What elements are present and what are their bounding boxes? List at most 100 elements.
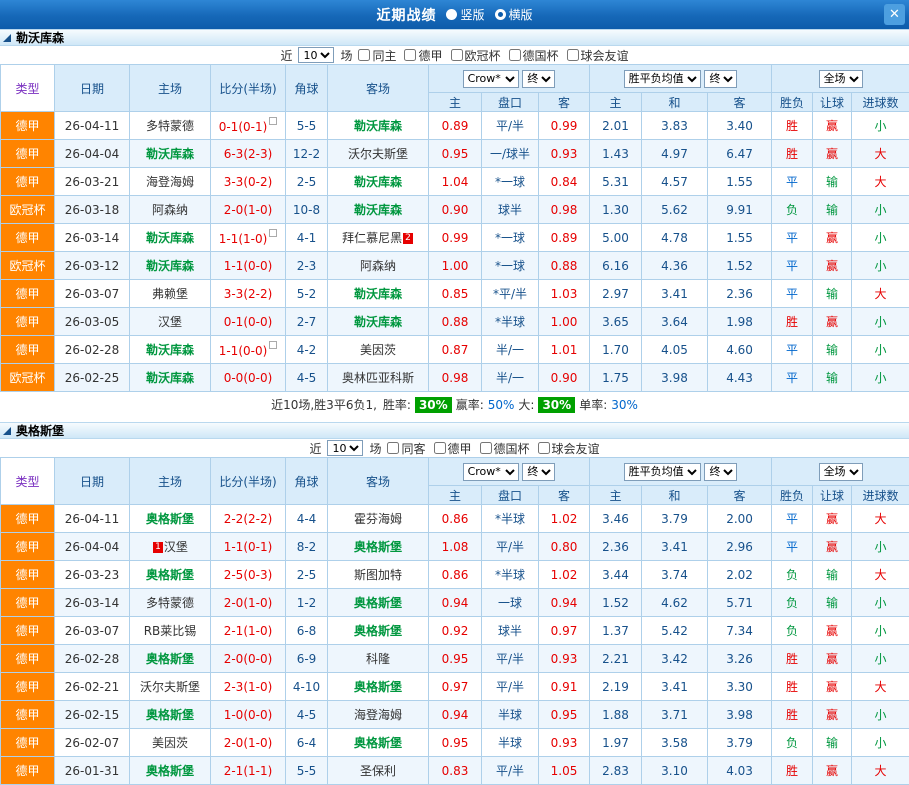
team-name[interactable]: 勒沃库森	[354, 203, 402, 217]
home-team-cell[interactable]: 奥格斯堡	[130, 757, 211, 785]
score-cell[interactable]: 3-3(2-2)	[211, 280, 286, 308]
score-text[interactable]: 1-1(0-0)	[219, 344, 268, 358]
away-team-cell[interactable]: 沃尔夫斯堡	[328, 140, 429, 168]
score-cell[interactable]: 2-3(1-0)	[211, 673, 286, 701]
team-name[interactable]: 奥格斯堡	[146, 708, 194, 722]
score-cell[interactable]: 2-1(1-1)	[211, 757, 286, 785]
score-cell[interactable]: 2-1(1-0)	[211, 617, 286, 645]
away-team-cell[interactable]: 斯图加特	[328, 561, 429, 589]
away-team-cell[interactable]: 海登海姆	[328, 701, 429, 729]
home-team-cell[interactable]: 奥格斯堡	[130, 561, 211, 589]
home-team-cell[interactable]: RB莱比锡	[130, 617, 211, 645]
odds-company-select[interactable]: Crow*	[463, 70, 519, 88]
team-name[interactable]: 勒沃库森	[354, 315, 402, 329]
score-text[interactable]: 2-1(1-0)	[224, 624, 273, 638]
layout-option-vertical[interactable]: 竖版	[446, 6, 484, 23]
team-name[interactable]: 阿森纳	[360, 259, 396, 273]
score-cell[interactable]: 0-1(0-0)	[211, 308, 286, 336]
avg-final-select[interactable]: 终	[704, 70, 737, 88]
odds-final-select[interactable]: 终	[522, 463, 555, 481]
home-team-cell[interactable]: 多特蒙德	[130, 589, 211, 617]
team-name[interactable]: 多特蒙德	[146, 119, 194, 133]
team-name[interactable]: 汉堡	[164, 540, 188, 554]
home-team-cell[interactable]: 奥格斯堡	[130, 505, 211, 533]
avg-type-select[interactable]: 胜平负均值	[624, 70, 701, 88]
away-team-cell[interactable]: 美因茨	[328, 336, 429, 364]
score-cell[interactable]: 0-1(0-1)	[211, 112, 286, 140]
away-team-cell[interactable]: 奥林匹亚科斯	[328, 364, 429, 392]
filter-option[interactable]: 德国杯	[480, 440, 530, 457]
scope-select[interactable]: 全场	[819, 70, 863, 88]
team-name[interactable]: 沃尔夫斯堡	[140, 680, 200, 694]
match-count-select[interactable]: 10	[298, 47, 334, 63]
home-team-cell[interactable]: 勒沃库森	[130, 336, 211, 364]
team-name[interactable]: 弗赖堡	[152, 287, 188, 301]
team-name[interactable]: 奥格斯堡	[354, 596, 402, 610]
away-team-cell[interactable]: 奥格斯堡	[328, 589, 429, 617]
away-team-cell[interactable]: 勒沃库森	[328, 196, 429, 224]
score-cell[interactable]: 6-3(2-3)	[211, 140, 286, 168]
team-name[interactable]: 勒沃库森	[146, 147, 194, 161]
home-team-cell[interactable]: 阿森纳	[130, 196, 211, 224]
team-name[interactable]: 勒沃库森	[146, 371, 194, 385]
filter-option[interactable]: 德甲	[434, 440, 472, 457]
away-team-cell[interactable]: 霍芬海姆	[328, 505, 429, 533]
score-text[interactable]: 2-1(1-1)	[224, 764, 273, 778]
home-team-cell[interactable]: 弗赖堡	[130, 280, 211, 308]
team-name[interactable]: 奥格斯堡	[146, 652, 194, 666]
team-name[interactable]: 美因茨	[152, 736, 188, 750]
away-team-cell[interactable]: 奥格斯堡	[328, 729, 429, 757]
score-text[interactable]: 1-0(0-0)	[224, 708, 273, 722]
filter-checkbox[interactable]	[404, 49, 416, 61]
score-text[interactable]: 1-1(0-0)	[224, 259, 273, 273]
home-team-cell[interactable]: 美因茨	[130, 729, 211, 757]
away-team-cell[interactable]: 勒沃库森	[328, 280, 429, 308]
home-team-cell[interactable]: 勒沃库森	[130, 252, 211, 280]
score-text[interactable]: 2-0(1-0)	[224, 203, 273, 217]
team-name[interactable]: 沃尔夫斯堡	[348, 147, 408, 161]
filter-option[interactable]: 球会友谊	[538, 440, 600, 457]
score-cell[interactable]: 1-1(0-0)	[211, 336, 286, 364]
team-name[interactable]: 拜仁慕尼黑	[342, 231, 402, 245]
team-name[interactable]: 阿森纳	[152, 203, 188, 217]
team-name[interactable]: 奥林匹亚科斯	[342, 371, 414, 385]
filter-option[interactable]: 球会友谊	[567, 47, 629, 64]
away-team-cell[interactable]: 奥格斯堡	[328, 617, 429, 645]
home-team-cell[interactable]: 沃尔夫斯堡	[130, 673, 211, 701]
score-cell[interactable]: 2-5(0-3)	[211, 561, 286, 589]
score-text[interactable]: 1-1(0-1)	[224, 540, 273, 554]
team-name[interactable]: 勒沃库森	[354, 119, 402, 133]
score-cell[interactable]: 1-1(0-0)	[211, 252, 286, 280]
team-name[interactable]: 勒沃库森	[354, 175, 402, 189]
odds-company-select[interactable]: Crow*	[463, 463, 519, 481]
home-team-cell[interactable]: 勒沃库森	[130, 364, 211, 392]
team-name[interactable]: 霍芬海姆	[354, 512, 402, 526]
avg-type-select[interactable]: 胜平负均值	[624, 463, 701, 481]
match-count-select[interactable]: 10	[327, 440, 363, 456]
team-name[interactable]: 勒沃库森	[146, 343, 194, 357]
team-name[interactable]: 奥格斯堡	[354, 736, 402, 750]
filter-checkbox[interactable]	[434, 442, 446, 454]
team-name[interactable]: 奥格斯堡	[354, 624, 402, 638]
team-name[interactable]: RB莱比锡	[144, 624, 197, 638]
avg-final-select[interactable]: 终	[704, 463, 737, 481]
score-cell[interactable]: 1-1(0-1)	[211, 533, 286, 561]
home-team-cell[interactable]: 1汉堡	[130, 533, 211, 561]
team-name[interactable]: 多特蒙德	[146, 596, 194, 610]
team-name[interactable]: 海登海姆	[354, 708, 402, 722]
score-cell[interactable]: 2-0(1-0)	[211, 196, 286, 224]
team-name[interactable]: 斯图加特	[354, 568, 402, 582]
score-cell[interactable]: 1-0(0-0)	[211, 701, 286, 729]
score-text[interactable]: 3-3(0-2)	[224, 175, 273, 189]
filter-option[interactable]: 德甲	[404, 47, 442, 64]
away-team-cell[interactable]: 勒沃库森	[328, 112, 429, 140]
home-team-cell[interactable]: 海登海姆	[130, 168, 211, 196]
team-name[interactable]: 汉堡	[158, 315, 182, 329]
filter-option[interactable]: 同客	[387, 440, 425, 457]
team-name[interactable]: 奥格斯堡	[354, 540, 402, 554]
layout-option-horizontal[interactable]: 横版	[495, 6, 533, 23]
away-team-cell[interactable]: 勒沃库森	[328, 308, 429, 336]
filter-option[interactable]: 德国杯	[509, 47, 559, 64]
filter-checkbox[interactable]	[451, 49, 463, 61]
close-button[interactable]: ✕	[884, 4, 905, 25]
